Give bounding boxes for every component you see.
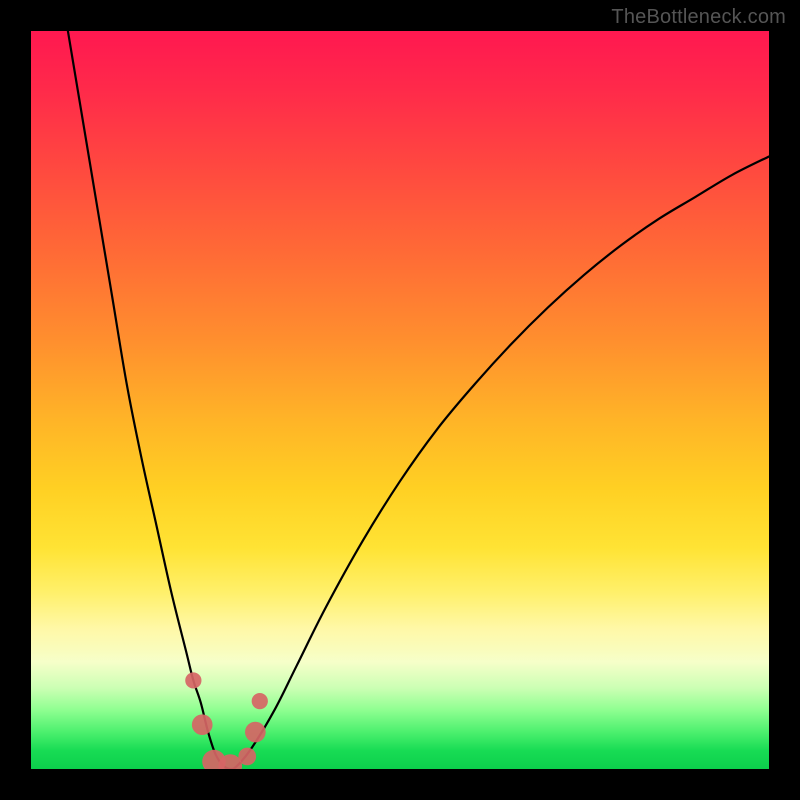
- bottom-right-dot: [238, 748, 256, 766]
- curve-layer: [31, 31, 769, 769]
- bottleneck-curve: [68, 31, 769, 769]
- left-upper-dot: [185, 672, 201, 688]
- attribution-text: TheBottleneck.com: [611, 6, 786, 29]
- right-top-dot: [252, 693, 268, 709]
- plot-area: [31, 31, 769, 769]
- left-mid-blob: [192, 714, 213, 735]
- chart-frame: TheBottleneck.com: [0, 0, 800, 800]
- right-upper-blob: [245, 722, 266, 743]
- curve-markers: [185, 672, 268, 769]
